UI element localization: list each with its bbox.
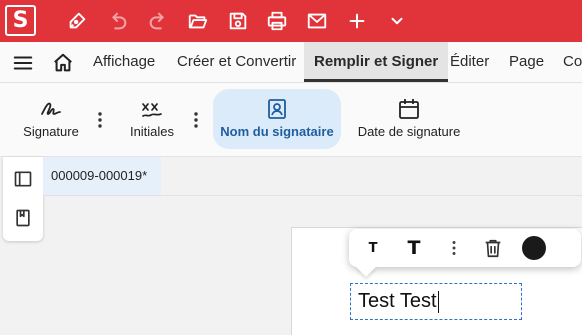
tab-creer-et-convertir[interactable]: Créer et Convertir [177, 42, 296, 82]
signer-name-text-field[interactable]: Test Test [350, 283, 522, 320]
text-cursor [437, 290, 439, 313]
calendar-icon [397, 97, 421, 121]
side-panel [3, 157, 43, 241]
initials-button[interactable]: Initiales [118, 89, 186, 149]
save-icon[interactable] [224, 7, 252, 35]
text-color-swatch[interactable] [522, 236, 546, 260]
more-options-icon[interactable] [442, 236, 466, 260]
panel-toggle-icon[interactable] [13, 169, 33, 189]
tab-editer[interactable]: Éditer [450, 42, 489, 82]
home-icon[interactable] [52, 52, 74, 74]
pen-icon[interactable] [63, 7, 91, 35]
signature-button[interactable]: Signature [16, 89, 86, 149]
tab-remplir-et-signer[interactable]: Remplir et Signer [304, 42, 449, 82]
signer-name-label: Nom du signataire [220, 124, 334, 139]
mail-icon[interactable] [303, 7, 331, 35]
document-tab[interactable]: 000009-000019* [43, 157, 161, 195]
chevron-down-icon[interactable] [383, 7, 411, 35]
signature-more-icon[interactable] [96, 111, 104, 129]
app-logo: S [5, 5, 36, 36]
signer-name-button[interactable]: Nom du signataire [213, 89, 341, 149]
signature-label: Signature [23, 124, 79, 139]
ribbon-toolbar: Signature Initiales Nom du signataire Da… [0, 83, 582, 157]
signature-date-button[interactable]: Date de signature [353, 89, 465, 149]
initials-icon [140, 97, 164, 121]
signature-icon [39, 97, 63, 121]
tab-page[interactable]: Page [509, 42, 544, 82]
trash-icon[interactable] [481, 236, 505, 260]
initials-label: Initiales [129, 124, 175, 139]
title-bar: S [0, 0, 582, 42]
hamburger-menu-icon[interactable] [12, 52, 34, 74]
menu-bar: Affichage Créer et Convertir Remplir et … [0, 42, 582, 83]
signer-name-icon [265, 97, 289, 121]
folder-open-icon[interactable] [184, 7, 212, 35]
redo-icon[interactable] [144, 7, 172, 35]
tab-affichage[interactable]: Affichage [93, 42, 155, 82]
plus-icon[interactable] [343, 7, 371, 35]
tab-strip-divider [43, 195, 582, 196]
signature-date-label: Date de signature [357, 124, 461, 139]
text-format-toolbar: T T [349, 229, 581, 277]
bookmark-icon[interactable] [13, 208, 33, 228]
text-field-value: Test Test [358, 290, 439, 313]
decrease-font-size-button[interactable]: T [361, 236, 385, 260]
tab-co-truncated[interactable]: Co [563, 42, 582, 82]
increase-font-size-button[interactable]: T [402, 236, 426, 260]
print-icon[interactable] [263, 7, 291, 35]
undo-icon[interactable] [104, 7, 132, 35]
initials-more-icon[interactable] [192, 111, 200, 129]
